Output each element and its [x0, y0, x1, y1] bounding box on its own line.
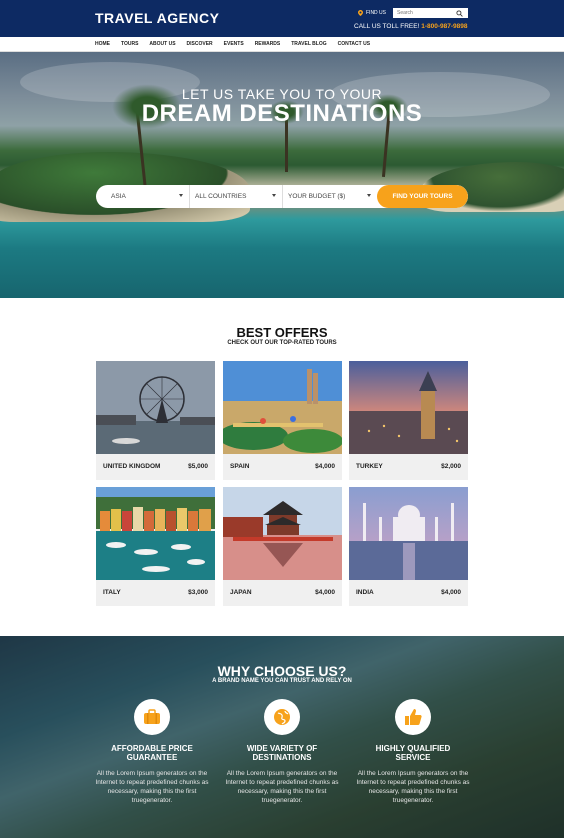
- feature-title-line2: GUARANTEE: [126, 753, 178, 762]
- feature-icon-circle: [264, 699, 300, 735]
- offer-price: $4,000: [441, 589, 461, 596]
- caret-down-icon: [367, 194, 371, 197]
- offer-image-istanbul: [349, 361, 468, 454]
- caret-down-icon: [179, 194, 183, 197]
- offer-card-japan[interactable]: JAPAN $4,000: [223, 487, 342, 606]
- offer-price: $3,000: [188, 589, 208, 596]
- top-header: TRAVEL AGENCY FIND US CALL US TOLL FREE!…: [0, 0, 564, 37]
- feature-title-line1: HIGHLY QUALIFIED: [375, 744, 451, 753]
- offer-image-barcelona: [223, 361, 342, 454]
- offer-image-japan-castle: [223, 487, 342, 580]
- offer-price: $4,000: [315, 463, 335, 470]
- caret-down-icon: [272, 194, 276, 197]
- feature-title-line2: DESTINATIONS: [252, 753, 312, 762]
- feature-icon-circle: [395, 699, 431, 735]
- nav-item-about-us[interactable]: ABOUT US: [149, 41, 175, 47]
- feature-icon-circle: [134, 699, 170, 735]
- nav-item-contact-us[interactable]: CONTACT US: [338, 41, 370, 47]
- nav-item-discover[interactable]: DISCOVER: [187, 41, 213, 47]
- offers-subtitle: CHECK OUT OUR TOP-RATED TOURS: [227, 340, 337, 346]
- offer-country-name: JAPAN: [230, 589, 252, 596]
- offer-card-india[interactable]: INDIA $4,000: [349, 487, 468, 606]
- offer-card-united-kingdom[interactable]: UNITED KINGDOM $5,000: [96, 361, 215, 480]
- country-select[interactable]: ALL COUNTRIES: [190, 185, 283, 208]
- budget-select[interactable]: YOUR BUDGET ($): [283, 185, 377, 208]
- main-nav: HOME TOURS ABOUT US DISCOVER EVENTS REWA…: [0, 37, 564, 52]
- toll-free-phone[interactable]: 1-800-987-9898: [421, 23, 467, 30]
- offer-country-name: TURKEY: [356, 463, 383, 470]
- search-input[interactable]: [393, 8, 455, 18]
- nav-item-travel-blog[interactable]: TRAVEL BLOG: [291, 41, 326, 47]
- feature-title: AFFORDABLE PRICE GUARANTEE: [92, 744, 212, 762]
- region-select-value: ASIA: [111, 193, 126, 200]
- offer-card-turkey[interactable]: TURKEY $2,000: [349, 361, 468, 480]
- offer-country-name: UNITED KINGDOM: [103, 463, 161, 470]
- offer-country-name: INDIA: [356, 589, 374, 596]
- tour-search-bar: ASIA ALL COUNTRIES YOUR BUDGET ($) FIND …: [96, 185, 468, 208]
- search-icon[interactable]: [456, 9, 463, 17]
- find-tours-button[interactable]: FIND YOUR TOURS: [377, 185, 468, 208]
- feature-text: All the Lorem Ipsum generators on the In…: [95, 770, 209, 804]
- hero-title: DREAM DESTINATIONS: [141, 100, 423, 127]
- find-us-label: FIND US: [366, 10, 386, 16]
- toll-free-label: CALL US TOLL FREE!: [354, 23, 422, 30]
- feature-title-line2: SERVICE: [395, 753, 431, 762]
- thumbs-up-icon: [405, 709, 422, 725]
- offer-price: $5,000: [188, 463, 208, 470]
- offer-image-london: [96, 361, 215, 454]
- country-select-value: ALL COUNTRIES: [195, 193, 247, 200]
- offer-country-name: SPAIN: [230, 463, 250, 470]
- feature-title: WIDE VARIETY OF DESTINATIONS: [222, 744, 342, 762]
- feature-text: All the Lorem Ipsum generators on the In…: [356, 770, 470, 804]
- search-box: [393, 8, 468, 18]
- find-us-link[interactable]: FIND US: [358, 10, 386, 16]
- why-subtitle: A BRAND NAME YOU CAN TRUST AND RELY ON: [212, 678, 352, 684]
- offers-title: BEST OFFERS: [236, 325, 328, 340]
- offer-image-taj-mahal: [349, 487, 468, 580]
- offer-card-spain[interactable]: SPAIN $4,000: [223, 361, 342, 480]
- site-logo[interactable]: TRAVEL AGENCY: [95, 10, 219, 26]
- region-select[interactable]: ASIA: [96, 185, 190, 208]
- feature-qualified-service: HIGHLY QUALIFIED SERVICE All the Lorem I…: [353, 699, 473, 805]
- feature-title-line1: WIDE VARIETY OF: [246, 744, 318, 753]
- offer-country-name: ITALY: [103, 589, 121, 596]
- feature-title: HIGHLY QUALIFIED SERVICE: [353, 744, 473, 762]
- feature-wide-variety: WIDE VARIETY OF DESTINATIONS All the Lor…: [222, 699, 342, 805]
- why-title: WHY CHOOSE US?: [217, 663, 347, 679]
- offer-image-portofino: [96, 487, 215, 580]
- nav-item-tours[interactable]: TOURS: [121, 41, 138, 47]
- feature-title-line1: AFFORDABLE PRICE: [111, 744, 193, 753]
- nav-item-home[interactable]: HOME: [95, 41, 110, 47]
- offer-price: $4,000: [315, 589, 335, 596]
- suitcase-icon: [144, 709, 160, 724]
- nav-item-events[interactable]: EVENTS: [224, 41, 244, 47]
- map-pin-icon: [358, 10, 363, 16]
- feature-affordable-price: AFFORDABLE PRICE GUARANTEE All the Lorem…: [92, 699, 212, 805]
- feature-text: All the Lorem Ipsum generators on the In…: [225, 770, 339, 804]
- toll-free-line: CALL US TOLL FREE! 1-800-987-9898: [354, 23, 467, 30]
- budget-select-value: YOUR BUDGET ($): [288, 193, 346, 200]
- nav-item-rewards[interactable]: REWARDS: [255, 41, 281, 47]
- offer-card-italy[interactable]: ITALY $3,000: [96, 487, 215, 606]
- globe-icon: [274, 709, 290, 725]
- offer-price: $2,000: [441, 463, 461, 470]
